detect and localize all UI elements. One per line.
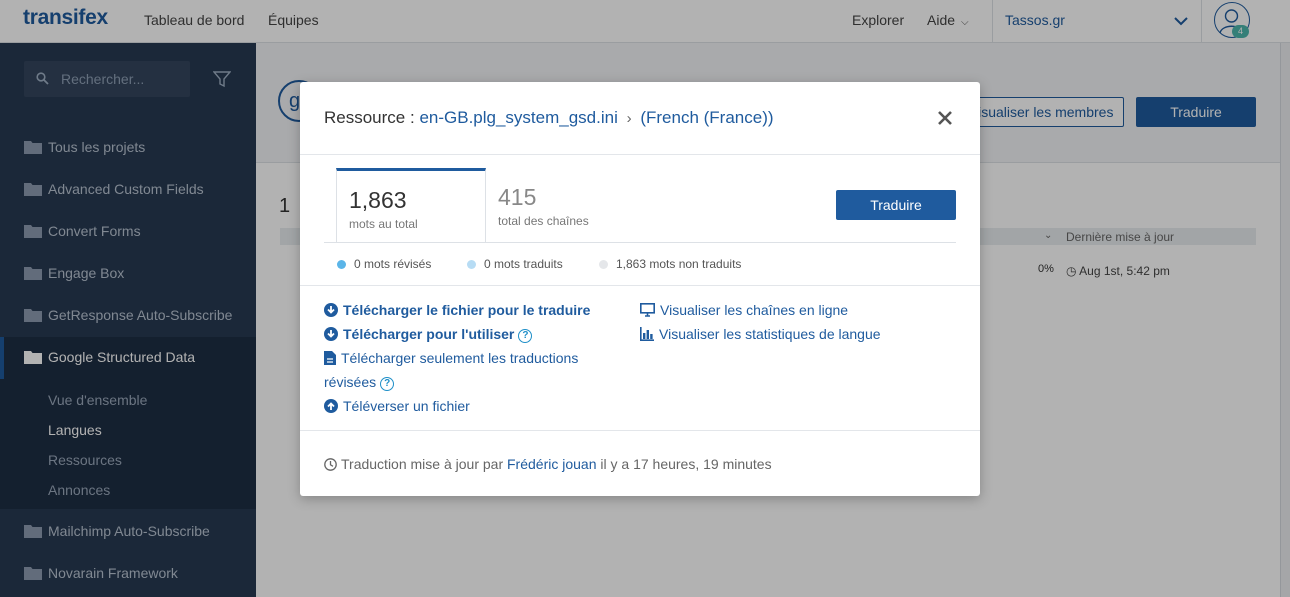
help-icon[interactable]: ? (518, 329, 533, 343)
close-icon[interactable] (936, 109, 954, 127)
upload-circle-icon (324, 399, 338, 413)
download-reviewed-link[interactable]: Télécharger seulement les traductions (324, 350, 578, 366)
legend-untranslated: 1,863 mots non traduits (599, 257, 741, 271)
strings-total-label: total des chaînes (498, 214, 589, 228)
legend-translated: 0 mots traduits (467, 257, 563, 271)
monitor-icon (640, 303, 655, 317)
words-total-label: mots au total (349, 217, 418, 231)
translate-button[interactable]: Traduire (836, 190, 956, 220)
upload-file-link[interactable]: Téléverser un fichier (324, 398, 470, 414)
tab-words-total[interactable]: 1,863 mots au total (336, 168, 486, 243)
bar-chart-icon (640, 327, 654, 341)
status-dot (337, 260, 346, 269)
user-link[interactable]: Frédéric jouan (507, 456, 597, 472)
resource-modal: Ressource : en-GB.plg_system_gsd.ini › (… (300, 82, 980, 496)
legend-reviewed: 0 mots révisés (337, 257, 431, 271)
tab-strings-total[interactable]: 415 total des chaînes (486, 168, 636, 243)
strings-total-value: 415 (498, 184, 537, 210)
download-for-use-link[interactable]: Télécharger pour l'utiliser? (324, 326, 533, 343)
download-reviewed-link-continued[interactable]: révisées? (324, 374, 395, 391)
status-dot (467, 260, 476, 269)
divider (300, 430, 980, 431)
status-dot (599, 260, 608, 269)
divider (300, 154, 980, 155)
view-language-stats-link[interactable]: Visualiser les statistiques de langue (640, 326, 881, 342)
download-for-translation-link[interactable]: Télécharger le fichier pour le traduire (324, 302, 590, 318)
download-circle-icon (324, 303, 338, 317)
divider (300, 285, 980, 286)
last-update-info: Traduction mise à jour par Frédéric joua… (324, 456, 772, 472)
view-strings-online-link[interactable]: Visualiser les chaînes en ligne (640, 302, 848, 318)
file-icon (324, 351, 336, 365)
divider (324, 242, 956, 243)
words-total-value: 1,863 (349, 187, 407, 213)
language-link[interactable]: (French (France)) (640, 108, 773, 127)
clock-icon (324, 458, 337, 471)
help-icon[interactable]: ? (380, 377, 395, 391)
modal-title: Ressource : en-GB.plg_system_gsd.ini › (… (324, 108, 774, 127)
resource-link[interactable]: en-GB.plg_system_gsd.ini (419, 108, 617, 127)
download-circle-icon (324, 327, 338, 341)
chevron-right-icon: › (626, 110, 632, 127)
